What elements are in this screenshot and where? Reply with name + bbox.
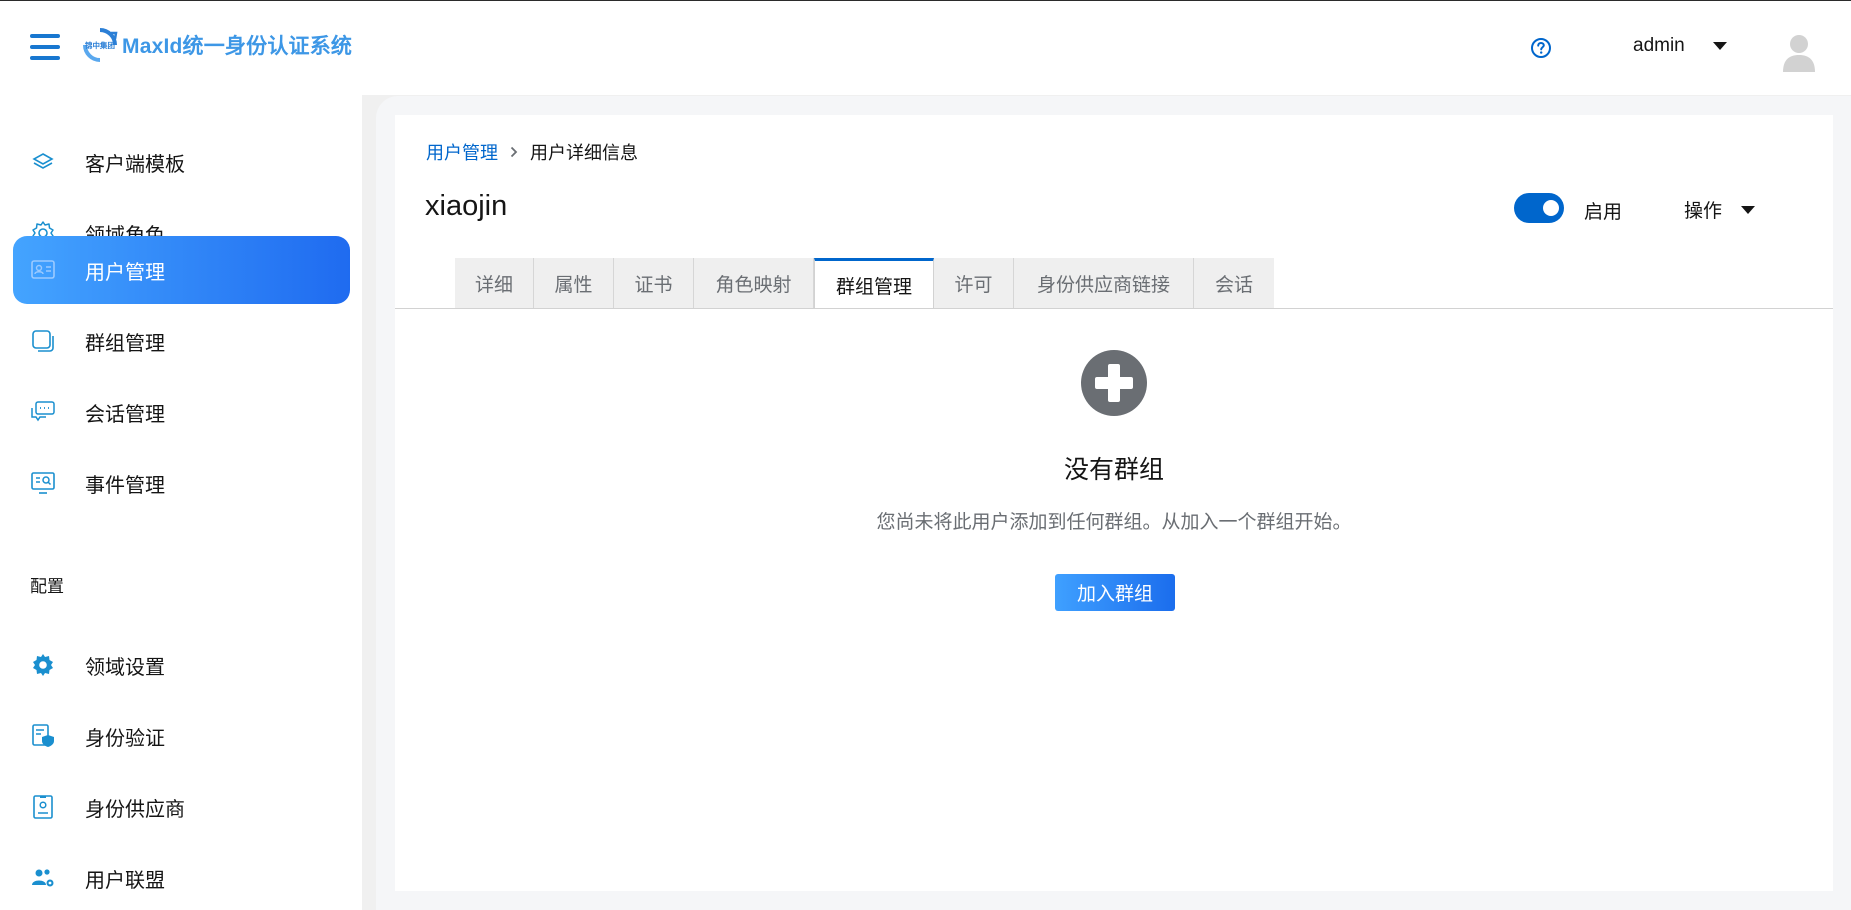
group-squares-icon [30, 328, 56, 354]
tab-consents[interactable]: 许可 [934, 258, 1014, 309]
empty-state-title: 没有群组 [1063, 456, 1164, 484]
sidebar-nav: 客户端模板 领域角色 用户管理 群组管理 会话管理 事件管理 配置 [0, 95, 362, 910]
sidebar-item-label: 身份验证 [85, 727, 165, 750]
sidebar-item-label: 用户联盟 [85, 869, 165, 892]
tab-attributes[interactable]: 属性 [534, 258, 614, 309]
page-title: xiaojin [425, 190, 508, 222]
sidebar-item-label: 事件管理 [85, 474, 165, 497]
shield-doc-icon [30, 723, 56, 749]
sidebar-item-user-federation[interactable]: 用户联盟 [13, 844, 350, 910]
sidebar-item-groups[interactable]: 群组管理 [13, 307, 350, 375]
app-title: MaxId统一身份认证系统 [122, 35, 353, 58]
plus-circle-icon [1081, 350, 1147, 416]
chevron-down-icon [1712, 42, 1727, 50]
empty-state-description: 您尚未将此用户添加到任何群组。从加入一个群组开始。 [876, 512, 1352, 533]
gear-filled-icon [30, 652, 56, 678]
breadcrumb: 用户管理 用户详细信息 [426, 139, 638, 165]
tab-groups[interactable]: 群组管理 [814, 258, 934, 309]
users-federation-icon [30, 865, 56, 891]
sidebar-item-label: 客户端模板 [85, 153, 185, 176]
help-icon[interactable] [1530, 37, 1552, 59]
chevron-right-icon [510, 146, 518, 158]
hamburger-menu-icon[interactable] [30, 34, 60, 62]
sidebar-item-label: 领域设置 [85, 656, 165, 679]
breadcrumb-current: 用户详细信息 [530, 143, 638, 163]
config-section-label: 配置 [30, 577, 64, 596]
logo-mark-icon: 锦中集团 [83, 28, 118, 62]
actions-label: 操作 [1684, 201, 1723, 222]
logo-caption: 锦中集团 [85, 40, 115, 50]
sidebar-item-identity-providers[interactable]: 身份供应商 [13, 773, 350, 841]
chat-bubbles-icon [30, 399, 56, 425]
sidebar-item-realm-settings[interactable]: 领域设置 [13, 631, 350, 699]
event-monitor-icon [30, 470, 56, 496]
tab-credentials[interactable]: 证书 [614, 258, 694, 309]
chevron-down-icon [1741, 205, 1756, 214]
sidebar-item-users[interactable]: 用户管理 [13, 236, 350, 304]
sidebar-item-client-templates[interactable]: 客户端模板 [13, 128, 350, 196]
sidebar-item-label: 身份供应商 [85, 798, 185, 821]
top-header: 锦中集团 MaxId统一身份认证系统 admin [0, 1, 1851, 95]
id-card-icon [30, 257, 56, 283]
user-name: admin [1633, 35, 1685, 56]
app-logo[interactable]: 锦中集团 MaxId统一身份认证系统 [82, 25, 352, 65]
sidebar-item-sessions[interactable]: 会话管理 [13, 378, 350, 446]
breadcrumb-link-users[interactable]: 用户管理 [426, 139, 498, 165]
actions-dropdown[interactable]: 操作 [1684, 196, 1756, 223]
enabled-toggle[interactable] [1514, 193, 1564, 223]
sidebar-item-label: 会话管理 [85, 403, 165, 426]
tabs-divider [395, 308, 1833, 309]
sidebar-item-label: 用户管理 [85, 261, 165, 284]
user-menu-dropdown[interactable]: admin [1633, 35, 1727, 57]
avatar-icon[interactable] [1781, 32, 1817, 72]
layers-icon [30, 149, 56, 175]
toggle-knob [1543, 200, 1559, 216]
tab-sessions[interactable]: 会话 [1194, 258, 1274, 309]
join-group-button[interactable]: 加入群组 [1055, 574, 1175, 611]
sidebar-item-events[interactable]: 事件管理 [13, 449, 350, 517]
tab-details[interactable]: 详细 [455, 258, 534, 309]
tab-role-mapping[interactable]: 角色映射 [694, 258, 814, 309]
enabled-toggle-label: 启用 [1584, 202, 1623, 223]
sidebar-item-label: 群组管理 [85, 332, 165, 355]
id-badge-icon [30, 794, 56, 820]
tab-identity-provider-links[interactable]: 身份供应商链接 [1014, 258, 1194, 309]
content-card [395, 115, 1833, 891]
user-detail-tabs: 详细 属性 证书 角色映射 群组管理 许可 身份供应商链接 会话 [455, 258, 1274, 309]
sidebar-item-authentication[interactable]: 身份验证 [13, 702, 350, 770]
